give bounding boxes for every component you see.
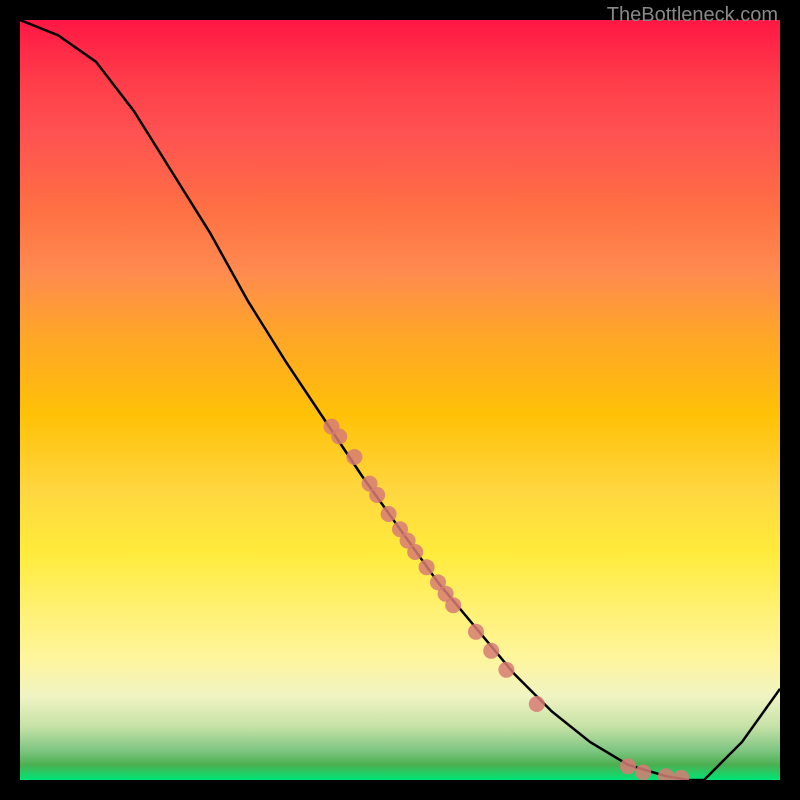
scatter-points xyxy=(324,419,690,780)
watermark-text: TheBottleneck.com xyxy=(607,4,778,27)
chart-overlay xyxy=(20,20,780,780)
line-series xyxy=(20,20,780,780)
